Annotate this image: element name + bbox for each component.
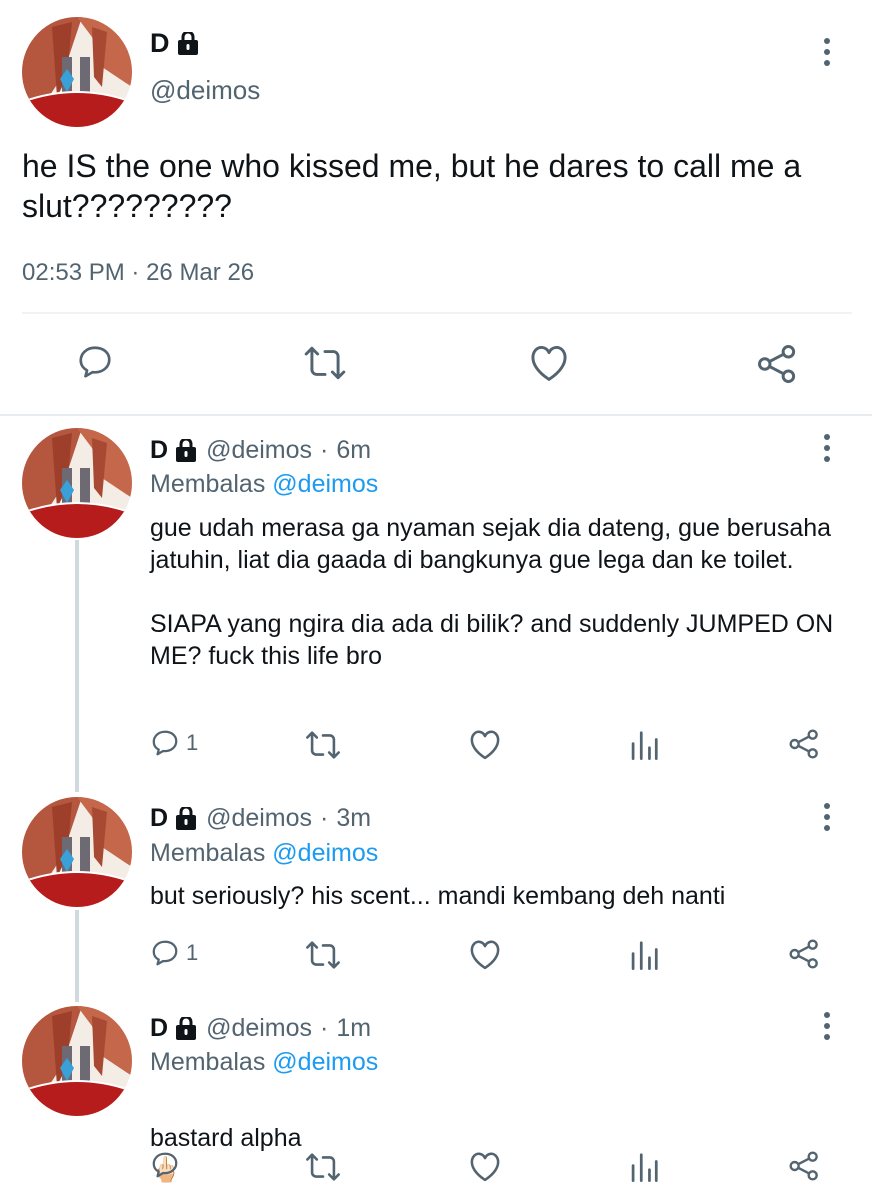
share-icon (789, 1151, 818, 1181)
lock-icon (176, 806, 197, 830)
avatar[interactable] (22, 428, 132, 538)
heart-icon (470, 730, 500, 760)
lock-icon (177, 31, 198, 55)
reply-time[interactable]: 6m (336, 436, 371, 465)
retweet-button[interactable] (303, 345, 347, 381)
display-name[interactable]: D (150, 804, 198, 833)
reply-icon (79, 346, 111, 378)
reply-time[interactable]: 1m (336, 1014, 371, 1043)
reply-time[interactable]: 3m (336, 804, 371, 833)
more-options-icon[interactable] (815, 1006, 839, 1046)
retweet-icon (306, 731, 340, 759)
display-name[interactable]: D (150, 28, 200, 59)
section-divider (0, 414, 872, 416)
reply-text: but seriously? his scent... mandi kemban… (150, 882, 726, 910)
reply-button[interactable]: 1 (150, 938, 198, 968)
lock-icon (176, 438, 197, 462)
handle[interactable]: @deimos (206, 804, 312, 833)
like-button[interactable] (468, 939, 502, 970)
mention-link[interactable]: @deimos (272, 839, 378, 867)
share-icon (758, 345, 796, 383)
views-button[interactable] (630, 940, 658, 970)
retweet-button[interactable] (305, 940, 341, 970)
avatar[interactable] (22, 17, 132, 127)
handle[interactable]: @deimos (206, 436, 312, 465)
replying-to: Membalas @deimos (150, 839, 379, 867)
views-icon (631, 941, 658, 970)
mention-link[interactable]: @deimos (272, 470, 378, 498)
more-options-icon[interactable] (815, 32, 839, 72)
like-button[interactable] (468, 729, 502, 760)
retweet-icon (306, 941, 340, 969)
reply-icon (152, 730, 178, 756)
avatar[interactable] (22, 1006, 132, 1116)
reply-icon (152, 1152, 178, 1178)
reply-text: gue udah merasa ga nyaman sejak dia date… (150, 514, 834, 670)
reply-button[interactable]: 1 (150, 728, 198, 758)
tweet-timestamp[interactable]: 02:53 PM · 26 Mar 26 (22, 259, 254, 287)
more-options-icon[interactable] (815, 428, 839, 468)
display-name[interactable]: D (150, 436, 198, 465)
reply-count: 1 (186, 940, 199, 965)
reply-header: D @deimos · 6m (150, 436, 372, 465)
views-icon (631, 731, 658, 760)
reply-button[interactable] (76, 343, 114, 381)
tweet-text: he IS the one who kissed me, but he dare… (22, 148, 802, 224)
reply-header: D @deimos · 1m (150, 1014, 372, 1043)
share-icon (789, 939, 818, 969)
share-button[interactable] (788, 728, 820, 760)
reply-header: D @deimos · 3m (150, 804, 372, 833)
replying-to: Membalas @deimos (150, 1048, 379, 1076)
like-button[interactable] (528, 344, 570, 382)
retweet-icon (306, 1153, 340, 1181)
lock-icon (176, 1016, 197, 1040)
thread-line (75, 540, 79, 792)
reply-icon (152, 940, 178, 966)
views-icon (631, 1153, 658, 1182)
reply-button[interactable] (150, 1150, 180, 1180)
share-button[interactable] (788, 938, 820, 970)
retweet-icon (304, 346, 346, 380)
replying-to: Membalas @deimos (150, 470, 379, 498)
handle[interactable]: @deimos (150, 75, 260, 106)
retweet-button[interactable] (305, 730, 341, 760)
thread-line (75, 910, 79, 1002)
handle[interactable]: @deimos (206, 1014, 312, 1043)
reply-count: 1 (186, 730, 199, 755)
heart-icon (470, 940, 500, 970)
heart-icon (531, 345, 567, 381)
like-button[interactable] (468, 1151, 502, 1182)
mention-link[interactable]: @deimos (272, 1048, 378, 1076)
display-name[interactable]: D (150, 1014, 198, 1043)
heart-icon (470, 1152, 500, 1182)
views-button[interactable] (630, 730, 658, 760)
retweet-button[interactable] (305, 1152, 341, 1182)
share-icon (789, 729, 818, 759)
views-button[interactable] (630, 1152, 658, 1182)
share-button[interactable] (756, 343, 798, 385)
more-options-icon[interactable] (815, 797, 839, 837)
share-button[interactable] (788, 1150, 820, 1182)
divider (22, 312, 852, 314)
avatar[interactable] (22, 797, 132, 907)
